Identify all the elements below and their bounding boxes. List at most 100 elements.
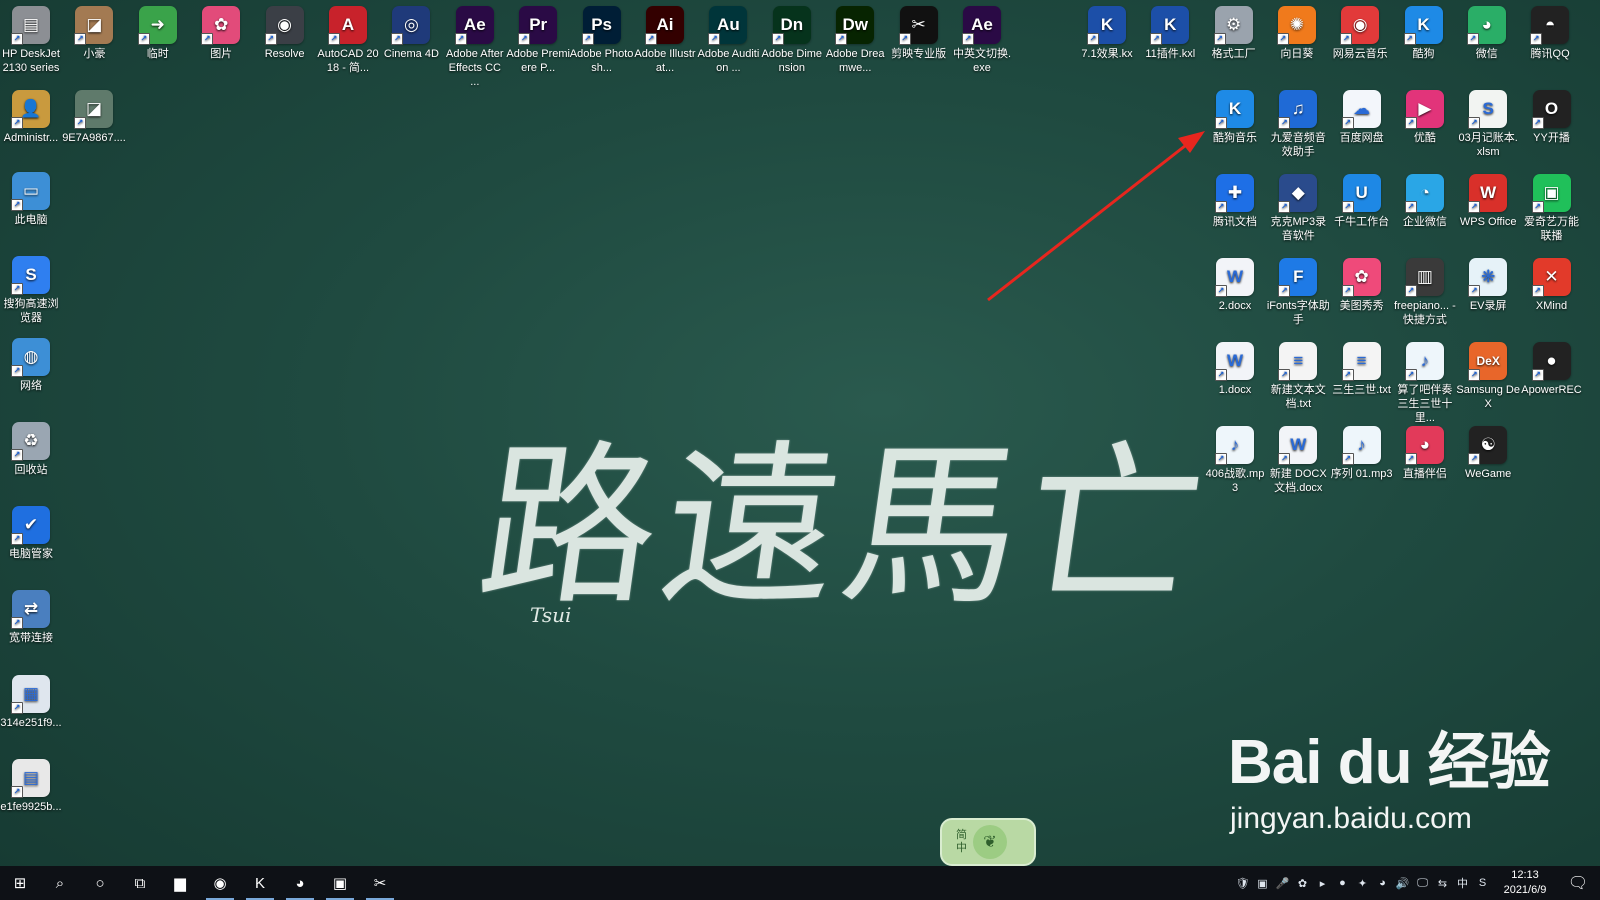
shortcut-arrow-icon: ↗ [1278,285,1291,297]
desktop-icon-ae-switch[interactable]: Ae ↗ 中英文切换.exe [951,6,1013,75]
desktop-icon-mp3-recorder[interactable]: ◆ ↗ 克克MP3录音软件 [1267,174,1329,243]
desktop-icon-cinema4d[interactable]: ◎ ↗ Cinema 4D [380,6,442,61]
desktop-icon-samsung-dex[interactable]: DeX ↗ Samsung DeX [1456,342,1520,411]
cortana-button[interactable]: ○ [80,866,120,900]
file-explorer-taskbar[interactable]: ▆ [160,866,200,900]
desktop-icon-wechat[interactable]: ◕ ↗ 微信 [1456,6,1518,61]
text-file-icon: ≡ ↗ [1278,342,1318,381]
desktop-icon-wegame[interactable]: ☯ ↗ WeGame [1457,426,1519,481]
wps-icon: W ↗ [1468,174,1508,213]
shortcut-arrow-icon: ↗ [771,33,784,45]
edge-taskbar[interactable]: ◉ [200,866,240,900]
desktop-icon-photo[interactable]: ◪ ↗ 9E7A9867.... [62,90,126,145]
tray-icon[interactable]: 🎤 [1275,876,1290,891]
desktop-icon-label: Samsung DeX [1456,384,1520,410]
ime-skin-icon[interactable]: ❦ [973,825,1007,859]
desktop-icon-format-factory[interactable]: ⚙ ↗ 格式工厂 [1203,6,1265,61]
desktop-icon-mp3-file[interactable]: ♪ ↗ 序列 01.mp3 [1331,426,1393,481]
desktop-icon-baidu-netdisk[interactable]: ☁ ↗ 百度网盘 [1331,90,1393,145]
ime-floating-bar[interactable]: 简 中 ❦ [940,818,1036,866]
desktop-icon-label: 11插件.kxl [1145,48,1196,60]
desktop-icon-ifonts[interactable]: F ↗ iFonts字体助手 [1267,258,1330,327]
desktop-icon-davinci-resolve[interactable]: ◉ ↗ Resolve [254,6,316,61]
desktop-icon-photo[interactable]: ◪ ↗ 小豪 [63,6,125,61]
desktop-icon-label: WPS Office [1459,216,1517,228]
ime-mode[interactable]: 简 中 [956,829,967,855]
tray-icon[interactable]: ✦ [1355,876,1370,891]
desktop-icon-kugou-music[interactable]: K ↗ 酷狗音乐 [1204,90,1266,145]
desktop-icon-sogou-browser[interactable]: S ↗ 搜狗高速浏览器 [0,256,62,325]
tray-icon[interactable]: 🔊 [1395,876,1410,891]
kx-taskbar[interactable]: K [240,866,280,900]
desktop-icon-word-file[interactable]: W ↗ 新建 DOCX 文档.docx [1267,426,1329,495]
desktop-icon-youku[interactable]: ▶ ↗ 优酷 [1394,90,1456,145]
desktop-icon-capcut[interactable]: ✂ ↗ 剪映专业版 [888,6,950,61]
desktop-icon-tencent-docs[interactable]: ✚ ↗ 腾讯文档 [1204,174,1266,229]
notification-center-button[interactable]: 🗨 [1560,866,1596,900]
desktop-icon-qianniu[interactable]: U ↗ 千牛工作台 [1331,174,1393,229]
desktop-icon-photos-app[interactable]: ✿ ↗ 图片 [190,6,252,61]
desktop-icon-arrow-folder[interactable]: ➜ ↗ 临时 [127,6,189,61]
start-button[interactable]: ⊞ [0,866,40,900]
tray-icon[interactable]: ◕ [1375,876,1390,891]
search-button[interactable]: ⌕ [40,866,80,900]
desktop-icon-wecom[interactable]: ◔ ↗ 企业微信 [1394,174,1456,229]
capcut-taskbar[interactable]: ✂ [360,866,400,900]
desktop-icon-mp3-file[interactable]: ♪ ↗ 算了吧伴奏三生三世十里... [1394,342,1456,425]
tray-icon[interactable]: ▸ [1315,876,1330,891]
desktop-icon-qq[interactable]: ◓ ↗ 腾讯QQ [1519,6,1581,61]
desktop-icon-spreadsheet-file[interactable]: S ↗ 03月记账本.xlsm [1457,90,1519,159]
tray-icon[interactable]: ✿ [1295,876,1310,891]
desktop-icon-live-companion[interactable]: ◕ ↗ 直播伴侣 [1394,426,1456,481]
desktop-icon-ev-recorder[interactable]: ❋ ↗ EV录屏 [1457,258,1519,313]
desktop-icon-kxl-file[interactable]: K ↗ 11插件.kxl [1139,6,1201,61]
clock[interactable]: 12:13 2021/6/9 [1495,868,1555,898]
desktop-icon-dreamweaver[interactable]: Dw ↗ Adobe Dreamwe... [824,6,886,75]
wechat-icon: ◕ ↗ [1466,6,1506,45]
desktop-icon-pc-manager[interactable]: ✔ ↗ 电脑管家 [0,506,62,561]
desktop-icon-printer[interactable]: ▤ ↗ HP DeskJet 2130 series [0,6,62,75]
desktop-icon-image-file[interactable]: ▦ ↗ 314e251f9... [0,675,62,730]
tray-icon[interactable]: 🖵 [1415,876,1430,891]
tray-icon[interactable]: ● [1335,876,1350,891]
desktop-icon-xmind[interactable]: ✕ ↗ XMind [1521,258,1583,313]
desktop-icon-image-file[interactable]: ▤ ↗ e1fe9925b... [0,759,62,814]
desktop-icon-autocad[interactable]: A ↗ AutoCAD 2018 - 简... [317,6,379,75]
desktop-icon-yy-live[interactable]: O ↗ YY开播 [1521,90,1583,145]
desktop-icon-recycle-bin[interactable]: ♻ ↗ 回收站 [0,422,62,477]
tray-icon[interactable]: S [1475,876,1490,891]
desktop-icon-apowerrec[interactable]: ● ↗ ApowerREC [1521,342,1583,397]
desktop-icon-broadband[interactable]: ⇄ ↗ 宽带连接 [0,590,62,645]
dreamweaver-icon: Dw ↗ [835,6,875,45]
desktop-icon-premiere[interactable]: Pr ↗ Adobe Premiere P... [506,6,570,75]
app-taskbar[interactable]: ▣ [320,866,360,900]
desktop-icon-label: 314e251f9... [0,717,62,729]
desktop-icon-audio-assistant[interactable]: ♫ ↗ 九爱音频音效助手 [1267,90,1329,159]
task-view-button[interactable]: ⧉ [120,866,160,900]
desktop-icon-wps[interactable]: W ↗ WPS Office [1457,174,1519,229]
wechat-taskbar[interactable]: ◕ [280,866,320,900]
desktop-icon-after-effects[interactable]: Ae ↗ Adobe After Effects CC ... [444,6,506,89]
desktop-icon-kx-file[interactable]: K ↗ 7.1效果.kx [1076,6,1138,61]
desktop-icon-network[interactable]: ◍ ↗ 网络 [0,338,62,393]
task-view-icon: ⧉ [134,874,146,892]
desktop-icon-word-file[interactable]: W ↗ 2.docx [1204,258,1266,313]
desktop-icon-dimension[interactable]: Dn ↗ Adobe Dimension [761,6,823,75]
desktop-icon-computer[interactable]: ▭ ↗ 此电脑 [0,172,62,227]
desktop-icon-sunflower[interactable]: ✺ ↗ 向日葵 [1266,6,1328,61]
desktop-icon-meitu[interactable]: ✿ ↗ 美图秀秀 [1331,258,1393,313]
desktop-icon-text-file[interactable]: ≡ ↗ 三生三世.txt [1331,342,1393,397]
desktop-icon-audition[interactable]: Au ↗ Adobe Audition ... [697,6,759,75]
tray-icon[interactable]: 中 [1455,876,1470,891]
tray-icon[interactable]: ▣ [1255,876,1270,891]
desktop-icon-photoshop[interactable]: Ps ↗ Adobe Photosh... [570,6,633,75]
desktop-icon-illustrator[interactable]: Ai ↗ Adobe Illustrat... [634,6,696,75]
desktop-icon-text-file[interactable]: ≡ ↗ 新建文本文档.txt [1267,342,1329,411]
desktop-icon-iqiyi[interactable]: ▣ ↗ 爱奇艺万能联播 [1521,174,1583,243]
tray-icon[interactable]: ⇆ [1435,876,1450,891]
desktop-icon-freepiano[interactable]: ▥ ↗ freepiano... - 快捷方式 [1394,258,1456,327]
desktop-icon-kugou[interactable]: K ↗ 酷狗 [1393,6,1455,61]
desktop-icon-netease-music[interactable]: ◉ ↗ 网易云音乐 [1329,6,1391,61]
desktop-icon-user-folder[interactable]: 👤 ↗ Administr... [0,90,62,145]
tray-icon[interactable]: 🛡 [1235,876,1250,891]
